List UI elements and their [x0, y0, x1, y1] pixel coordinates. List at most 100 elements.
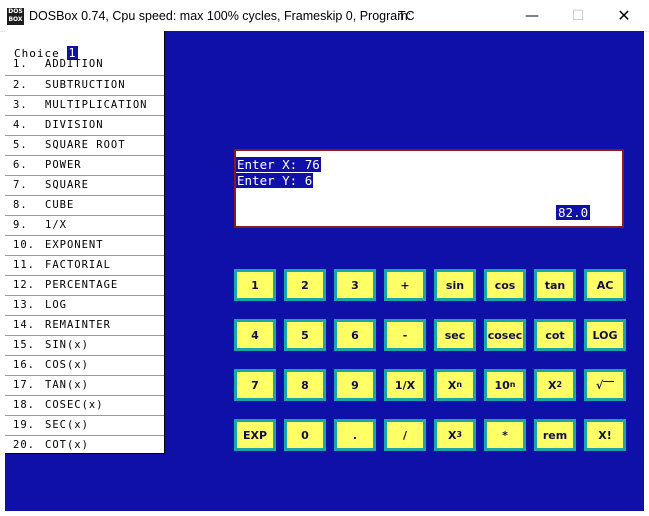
- key-button[interactable]: 10 n: [484, 369, 526, 401]
- key-label: EXP: [242, 428, 268, 442]
- menu-item[interactable]: 10. EXPONENT: [5, 235, 164, 254]
- menu-item[interactable]: 12. PERCENTAGE: [5, 275, 164, 294]
- menu-item[interactable]: 15. SIN(x): [5, 335, 164, 354]
- key-label: 1: [251, 278, 259, 292]
- key-button[interactable]: *: [484, 419, 526, 451]
- key-button[interactable]: 4: [234, 319, 276, 351]
- dosbox-app-icon: DOS BOX: [7, 8, 24, 25]
- menu-item[interactable]: 13. LOG: [5, 295, 164, 314]
- key-button[interactable]: 2: [284, 269, 326, 301]
- maximize-button[interactable]: ☐: [555, 0, 601, 31]
- menu-item-label: MULTIPLICATION: [45, 99, 148, 111]
- menu-item[interactable]: 8. CUBE: [5, 195, 164, 214]
- key-button[interactable]: X3: [434, 419, 476, 451]
- menu-item[interactable]: 3. MULTIPLICATION: [5, 95, 164, 114]
- key-label: .: [352, 428, 358, 442]
- key-button[interactable]: /: [384, 419, 426, 451]
- menu-item-label: SIN(x): [45, 339, 89, 351]
- menu-item-label: LOG: [45, 299, 67, 311]
- key-button[interactable]: √‾‾: [584, 369, 626, 401]
- key-label: 10: [494, 378, 510, 392]
- menu-item-number: 9.: [13, 219, 28, 231]
- key-label: 6: [351, 328, 359, 342]
- menu-item-label: SEC(x): [45, 419, 89, 431]
- operation-menu: Choice 1 1. ADDITION 2. SUBTRUCTION 3. MULTIP…: [5, 31, 165, 454]
- menu-item[interactable]: 4. DIVISION: [5, 115, 164, 134]
- key-button[interactable]: X2: [534, 369, 576, 401]
- key-label: 7: [251, 378, 259, 392]
- key-button[interactable]: LOG: [584, 319, 626, 351]
- key-button[interactable]: AC: [584, 269, 626, 301]
- key-label: cos: [494, 278, 516, 292]
- menu-item[interactable]: 16. COS(x): [5, 355, 164, 374]
- key-button[interactable]: 8: [284, 369, 326, 401]
- menu-item-label: REMAINTER: [45, 319, 111, 331]
- key-button[interactable]: 9: [334, 369, 376, 401]
- close-button[interactable]: ✕: [601, 0, 647, 31]
- menu-item[interactable]: 11. FACTORIAL: [5, 255, 164, 274]
- key-button[interactable]: X!: [584, 419, 626, 451]
- key-label: LOG: [592, 328, 618, 342]
- key-button[interactable]: 6: [334, 319, 376, 351]
- key-label: rem: [542, 428, 568, 442]
- menu-item[interactable]: 9. 1/X: [5, 215, 164, 234]
- menu-item-number: 20.: [13, 439, 35, 451]
- window-title-program: TC: [398, 9, 415, 23]
- key-label: √‾‾: [595, 378, 615, 392]
- menu-item[interactable]: 19. SEC(x): [5, 415, 164, 434]
- window-title: DOSBox 0.74, Cpu speed: max 100% cycles,…: [29, 9, 412, 23]
- key-button[interactable]: 1: [234, 269, 276, 301]
- menu-item[interactable]: 14. REMAINTER: [5, 315, 164, 334]
- input-x-line: Enter X: 76: [236, 157, 321, 172]
- menu-item-number: 12.: [13, 279, 35, 291]
- key-label: 8: [301, 378, 309, 392]
- key-button[interactable]: rem: [534, 419, 576, 451]
- menu-item[interactable]: 18. COSEC(x): [5, 395, 164, 414]
- menu-item-label: SUBTRUCTION: [45, 79, 126, 91]
- key-button[interactable]: cot: [534, 319, 576, 351]
- menu-item-number: 15.: [13, 339, 35, 351]
- menu-item[interactable]: 5. SQUARE ROOT: [5, 135, 164, 154]
- key-button[interactable]: tan: [534, 269, 576, 301]
- menu-item[interactable]: 17. TAN(x): [5, 375, 164, 394]
- key-label: +: [400, 278, 410, 292]
- menu-item[interactable]: 7. SQUARE: [5, 175, 164, 194]
- menu-item-number: 16.: [13, 359, 35, 371]
- menu-item-label: CUBE: [45, 199, 75, 211]
- key-label: *: [502, 428, 508, 442]
- menu-item-number: 1.: [13, 58, 28, 70]
- menu-item[interactable]: 20. COT(x): [5, 435, 164, 454]
- key-button[interactable]: Xn: [434, 369, 476, 401]
- menu-item-label: PERCENTAGE: [45, 279, 119, 291]
- key-button[interactable]: 7: [234, 369, 276, 401]
- key-button[interactable]: .: [334, 419, 376, 451]
- menu-item[interactable]: 1. ADDITION: [5, 55, 164, 74]
- key-button[interactable]: -: [384, 319, 426, 351]
- menu-item-label: EXPONENT: [45, 239, 104, 251]
- key-button[interactable]: sec: [434, 319, 476, 351]
- menu-item-label: POWER: [45, 159, 82, 171]
- menu-item-label: DIVISION: [45, 119, 104, 131]
- menu-item-label: COT(x): [45, 439, 89, 451]
- title-bar: DOS BOX DOSBox 0.74, Cpu speed: max 100%…: [0, 0, 649, 32]
- key-button[interactable]: sin: [434, 269, 476, 301]
- menu-item-label: FACTORIAL: [45, 259, 111, 271]
- key-label: sec: [444, 328, 466, 342]
- key-button[interactable]: EXP: [234, 419, 276, 451]
- key-button[interactable]: cos: [484, 269, 526, 301]
- menu-item[interactable]: 2. SUBTRUCTION: [5, 75, 164, 94]
- key-button[interactable]: +: [384, 269, 426, 301]
- key-label: 2: [301, 278, 309, 292]
- key-label: X: [447, 378, 457, 392]
- key-button[interactable]: 3: [334, 269, 376, 301]
- key-button[interactable]: 5: [284, 319, 326, 351]
- key-button[interactable]: 0: [284, 419, 326, 451]
- input-y-line: Enter Y: 6: [236, 173, 314, 188]
- key-button[interactable]: 1/X: [384, 369, 426, 401]
- menu-item[interactable]: 6. POWER: [5, 155, 164, 174]
- minimize-button[interactable]: —: [509, 0, 555, 31]
- key-button[interactable]: cosec: [484, 319, 526, 351]
- menu-item-number: 17.: [13, 379, 35, 391]
- menu-item-label: 1/X: [45, 219, 67, 231]
- menu-item-number: 3.: [13, 99, 28, 111]
